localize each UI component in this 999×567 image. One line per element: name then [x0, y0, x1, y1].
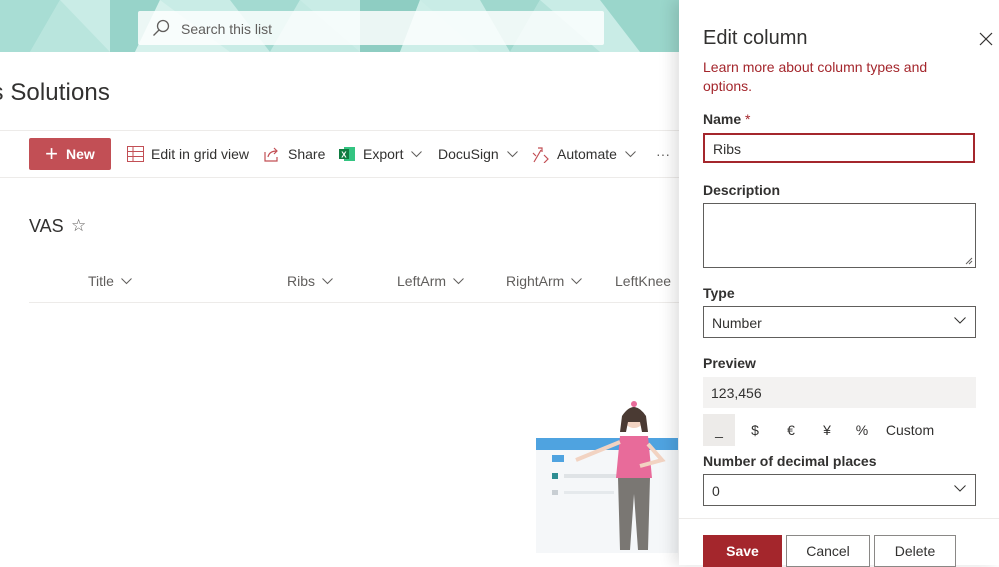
cancel-button[interactable]: Cancel — [786, 535, 870, 567]
learn-more-link[interactable]: Learn more about column types and option… — [703, 58, 953, 96]
new-button[interactable]: + New — [29, 138, 111, 170]
panel-footer-divider — [679, 518, 999, 519]
chevron-down-icon — [453, 277, 464, 284]
more-options-button[interactable]: ··· — [656, 144, 670, 164]
format-euro-button[interactable]: € — [775, 414, 807, 446]
chevron-down-icon — [954, 485, 966, 492]
preview-value: 123,456 — [703, 377, 976, 408]
decimal-places-label: Number of decimal places — [703, 453, 877, 469]
column-header-label: LeftKnee — [615, 273, 672, 289]
format-custom-button[interactable]: Custom — [882, 414, 938, 446]
column-header-leftknee[interactable]: LeftKnee — [615, 273, 671, 289]
required-marker: * — [745, 111, 751, 127]
share-icon — [264, 147, 278, 162]
excel-icon: X — [339, 147, 355, 161]
decimal-places-value: 0 — [712, 483, 720, 499]
name-input[interactable]: Ribs — [703, 133, 975, 163]
search-placeholder[interactable]: Search this list — [181, 21, 272, 37]
column-header-title[interactable]: Title — [88, 273, 132, 289]
description-label: Description — [703, 182, 781, 198]
delete-button[interactable]: Delete — [874, 535, 956, 567]
preview-label: Preview — [703, 355, 756, 371]
column-header-ribs[interactable]: Ribs — [287, 273, 333, 289]
command-bar-bottom-divider — [0, 177, 679, 178]
description-textarea[interactable] — [703, 203, 976, 268]
save-button[interactable]: Save — [703, 535, 782, 567]
column-header-divider — [29, 302, 679, 303]
chevron-down-icon — [322, 277, 333, 284]
command-bar-top-divider — [0, 130, 679, 131]
list-title: VAS — [29, 216, 64, 236]
automate-button[interactable]: Automate — [532, 144, 643, 164]
name-label: Name * — [703, 111, 750, 127]
search-icon — [153, 19, 170, 36]
share-button[interactable]: Share — [264, 144, 325, 164]
format-dollar-button[interactable]: $ — [739, 414, 771, 446]
format-yen-button[interactable]: ¥ — [811, 414, 843, 446]
chevron-down-icon — [411, 150, 423, 157]
type-dropdown-value: Number — [712, 315, 762, 331]
chevron-down-icon — [571, 277, 583, 284]
grid-icon — [127, 146, 144, 162]
column-header-label: RightArm — [506, 273, 565, 289]
format-percent-button[interactable]: % — [846, 414, 878, 446]
export-button[interactable]: X Export — [339, 144, 429, 164]
edit-grid-view-label: Edit in grid view — [151, 146, 250, 162]
export-label: Export — [363, 146, 404, 162]
star-icon[interactable]: ☆ — [71, 216, 86, 236]
column-header-label: Ribs — [287, 273, 316, 289]
format-none-button[interactable]: _ — [703, 414, 735, 446]
column-header-label: Title — [88, 273, 114, 289]
automate-icon — [532, 146, 549, 163]
svg-text:X: X — [341, 151, 347, 160]
site-title[interactable]: ps Solutions — [0, 79, 110, 107]
automate-label: Automate — [557, 146, 617, 162]
column-header-label: LeftArm — [397, 273, 447, 289]
type-label: Type — [703, 285, 735, 301]
column-header-rightarm[interactable]: RightArm — [506, 273, 583, 289]
name-label-text: Name — [703, 111, 742, 127]
new-button-label: New — [66, 146, 95, 162]
docusign-label: DocuSign — [438, 146, 499, 162]
plus-icon: + — [45, 141, 59, 166]
chevron-down-icon — [121, 277, 132, 284]
type-dropdown[interactable]: Number — [703, 306, 976, 338]
column-header-leftarm[interactable]: LeftArm — [397, 273, 464, 289]
chevron-down-icon — [954, 317, 966, 324]
decimal-places-dropdown[interactable]: 0 — [703, 474, 976, 506]
resize-handle-icon[interactable] — [965, 257, 973, 265]
chevron-down-icon — [625, 150, 636, 157]
edit-grid-view-button[interactable]: Edit in grid view — [127, 144, 249, 164]
empty-list-illustration — [536, 401, 678, 553]
docusign-button[interactable]: DocuSign — [438, 144, 525, 164]
panel-title: Edit column — [703, 27, 808, 49]
share-label: Share — [288, 146, 326, 162]
chevron-down-icon — [506, 150, 518, 157]
close-icon[interactable] — [978, 31, 994, 47]
